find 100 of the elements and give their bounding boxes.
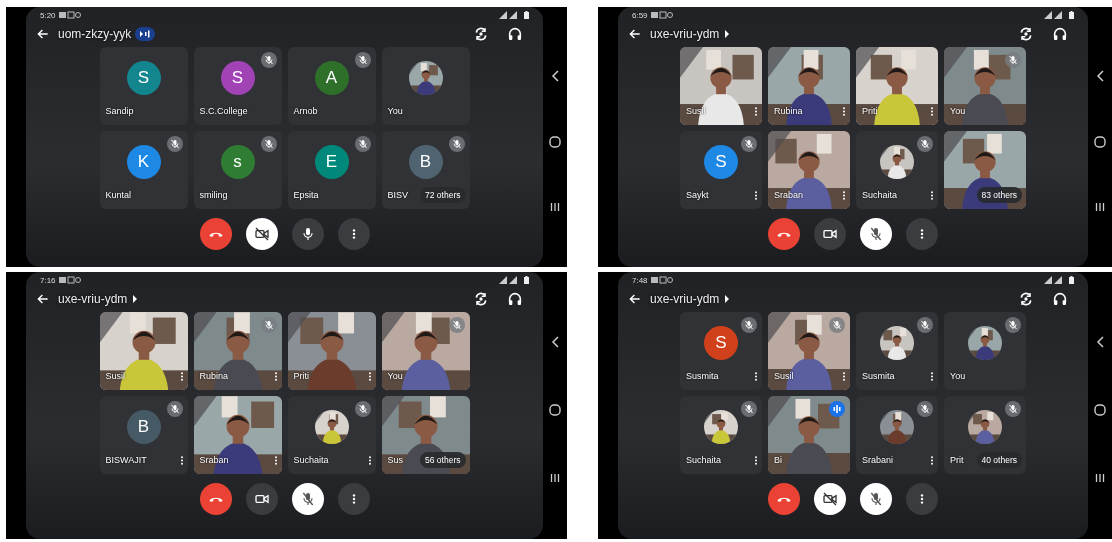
end-call-button[interactable] bbox=[199, 483, 232, 515]
participant-tile[interactable]: S Saykt bbox=[680, 131, 762, 209]
participant-tile[interactable]: You bbox=[381, 47, 470, 125]
back-arrow-icon[interactable] bbox=[628, 27, 642, 41]
more-options-icon[interactable] bbox=[367, 454, 372, 466]
end-call-button[interactable] bbox=[199, 218, 232, 250]
participant-tile[interactable]: B BISV 72 others bbox=[381, 131, 470, 209]
caret-icon[interactable] bbox=[724, 295, 731, 303]
meeting-code[interactable]: uxe-vriu-ydm bbox=[58, 292, 128, 306]
participant-tile[interactable]: You bbox=[944, 47, 1026, 125]
participant-tile[interactable]: S S.C.College bbox=[193, 47, 282, 125]
others-count[interactable]: 72 others bbox=[420, 187, 466, 203]
back-nav-icon[interactable] bbox=[1096, 336, 1104, 349]
back-arrow-icon[interactable] bbox=[628, 292, 642, 306]
participant-tile[interactable]: Rubina bbox=[193, 312, 282, 390]
participant-tile[interactable]: Suchaita bbox=[680, 396, 762, 474]
home-nav-icon[interactable] bbox=[1094, 404, 1106, 417]
caret-icon[interactable] bbox=[132, 295, 139, 303]
participant-tile[interactable]: Srabani bbox=[856, 396, 938, 474]
back-arrow-icon[interactable] bbox=[36, 292, 50, 306]
back-arrow-icon[interactable] bbox=[36, 27, 50, 41]
more-options-icon[interactable] bbox=[754, 454, 758, 466]
more-options-icon[interactable] bbox=[930, 454, 934, 466]
recents-nav-icon[interactable] bbox=[550, 202, 560, 212]
more-options-icon[interactable] bbox=[179, 454, 184, 466]
others-count[interactable]: 83 others bbox=[976, 187, 1022, 203]
more-options-icon[interactable] bbox=[367, 370, 372, 382]
participant-tile[interactable]: A Arnob bbox=[287, 47, 376, 125]
microphone-button[interactable] bbox=[860, 483, 892, 515]
participant-tile[interactable]: Susmita bbox=[856, 312, 938, 390]
participant-tile[interactable]: Suchaita bbox=[287, 396, 376, 474]
headphones-icon[interactable] bbox=[1052, 291, 1068, 307]
participant-tile[interactable]: Priti bbox=[856, 47, 938, 125]
headphones-icon[interactable] bbox=[1052, 26, 1068, 42]
more-options-icon[interactable] bbox=[930, 370, 934, 382]
camera-button[interactable] bbox=[245, 218, 278, 250]
microphone-button[interactable] bbox=[860, 218, 892, 250]
others-count[interactable]: 56 others bbox=[420, 452, 466, 468]
participant-name: Susil bbox=[774, 371, 794, 381]
participant-tile[interactable]: Suchaita bbox=[856, 131, 938, 209]
caret-icon[interactable] bbox=[724, 30, 731, 38]
participant-name: BISV bbox=[387, 190, 408, 200]
participant-tile[interactable]: B BISWAJIT bbox=[99, 396, 188, 474]
switch-camera-icon[interactable] bbox=[473, 291, 489, 307]
recents-nav-icon[interactable] bbox=[1095, 472, 1105, 483]
end-call-button[interactable] bbox=[768, 218, 800, 250]
more-options-icon[interactable] bbox=[842, 189, 846, 201]
participant-tile[interactable]: Sraban bbox=[768, 131, 850, 209]
participant-tile[interactable]: You bbox=[381, 312, 470, 390]
switch-camera-icon[interactable] bbox=[1018, 26, 1034, 42]
more-options-icon[interactable] bbox=[179, 370, 184, 382]
meeting-code[interactable]: uom-zkzy-yyk bbox=[58, 27, 132, 41]
back-nav-icon[interactable] bbox=[551, 70, 559, 82]
switch-camera-icon[interactable] bbox=[473, 26, 489, 42]
meeting-code[interactable]: uxe-vriu-ydm bbox=[650, 292, 720, 306]
more-options-icon[interactable] bbox=[842, 370, 846, 382]
home-nav-icon[interactable] bbox=[1094, 136, 1106, 148]
more-options-icon[interactable] bbox=[842, 105, 846, 117]
more-options-icon[interactable] bbox=[930, 105, 934, 117]
recents-nav-icon[interactable] bbox=[1095, 202, 1105, 212]
participant-tile[interactable]: You bbox=[944, 312, 1026, 390]
participant-tile[interactable]: Sus 56 others bbox=[381, 396, 470, 474]
back-nav-icon[interactable] bbox=[551, 336, 559, 349]
meeting-code[interactable]: uxe-vriu-ydm bbox=[650, 27, 720, 41]
more-options-icon[interactable] bbox=[273, 370, 278, 382]
headphones-icon[interactable] bbox=[507, 291, 523, 307]
participant-tile[interactable]: 83 others bbox=[944, 131, 1026, 209]
back-nav-icon[interactable] bbox=[1096, 70, 1104, 82]
participant-name: Susmita bbox=[862, 371, 895, 381]
participant-tile[interactable]: K Kuntal bbox=[99, 131, 188, 209]
participant-tile[interactable]: Bi bbox=[768, 396, 850, 474]
avatar-initial: S bbox=[704, 145, 738, 179]
participant-tile[interactable]: Rubina bbox=[768, 47, 850, 125]
participant-tile[interactable]: E Epsita bbox=[287, 131, 376, 209]
camera-button[interactable] bbox=[814, 483, 846, 515]
participant-name: Prit bbox=[950, 455, 964, 465]
home-nav-icon[interactable] bbox=[549, 136, 561, 148]
others-count[interactable]: 40 others bbox=[976, 452, 1022, 468]
participant-tile[interactable]: Priti bbox=[287, 312, 376, 390]
home-nav-icon[interactable] bbox=[549, 404, 561, 417]
more-options-icon[interactable] bbox=[273, 454, 278, 466]
more-options-icon[interactable] bbox=[754, 189, 758, 201]
headphones-icon[interactable] bbox=[507, 26, 523, 42]
switch-camera-icon[interactable] bbox=[1018, 291, 1034, 307]
recents-nav-icon[interactable] bbox=[550, 472, 560, 483]
end-call-button[interactable] bbox=[768, 483, 800, 515]
microphone-button[interactable] bbox=[291, 218, 324, 250]
participant-tile[interactable]: s smiling bbox=[193, 131, 282, 209]
status-time: 7:48 bbox=[632, 275, 648, 285]
participant-tile[interactable]: S Susmita bbox=[680, 312, 762, 390]
camera-button[interactable] bbox=[245, 483, 278, 515]
participant-tile[interactable]: Susil bbox=[768, 312, 850, 390]
microphone-button[interactable] bbox=[291, 483, 324, 515]
more-options-icon[interactable] bbox=[930, 189, 934, 201]
participant-tile[interactable]: Sraban bbox=[193, 396, 282, 474]
participant-tile[interactable]: Prit 40 others bbox=[944, 396, 1026, 474]
more-options-icon[interactable] bbox=[754, 105, 758, 117]
more-options-icon[interactable] bbox=[754, 370, 758, 382]
camera-button[interactable] bbox=[814, 218, 846, 250]
participant-tile[interactable]: S Sandip bbox=[99, 47, 188, 125]
